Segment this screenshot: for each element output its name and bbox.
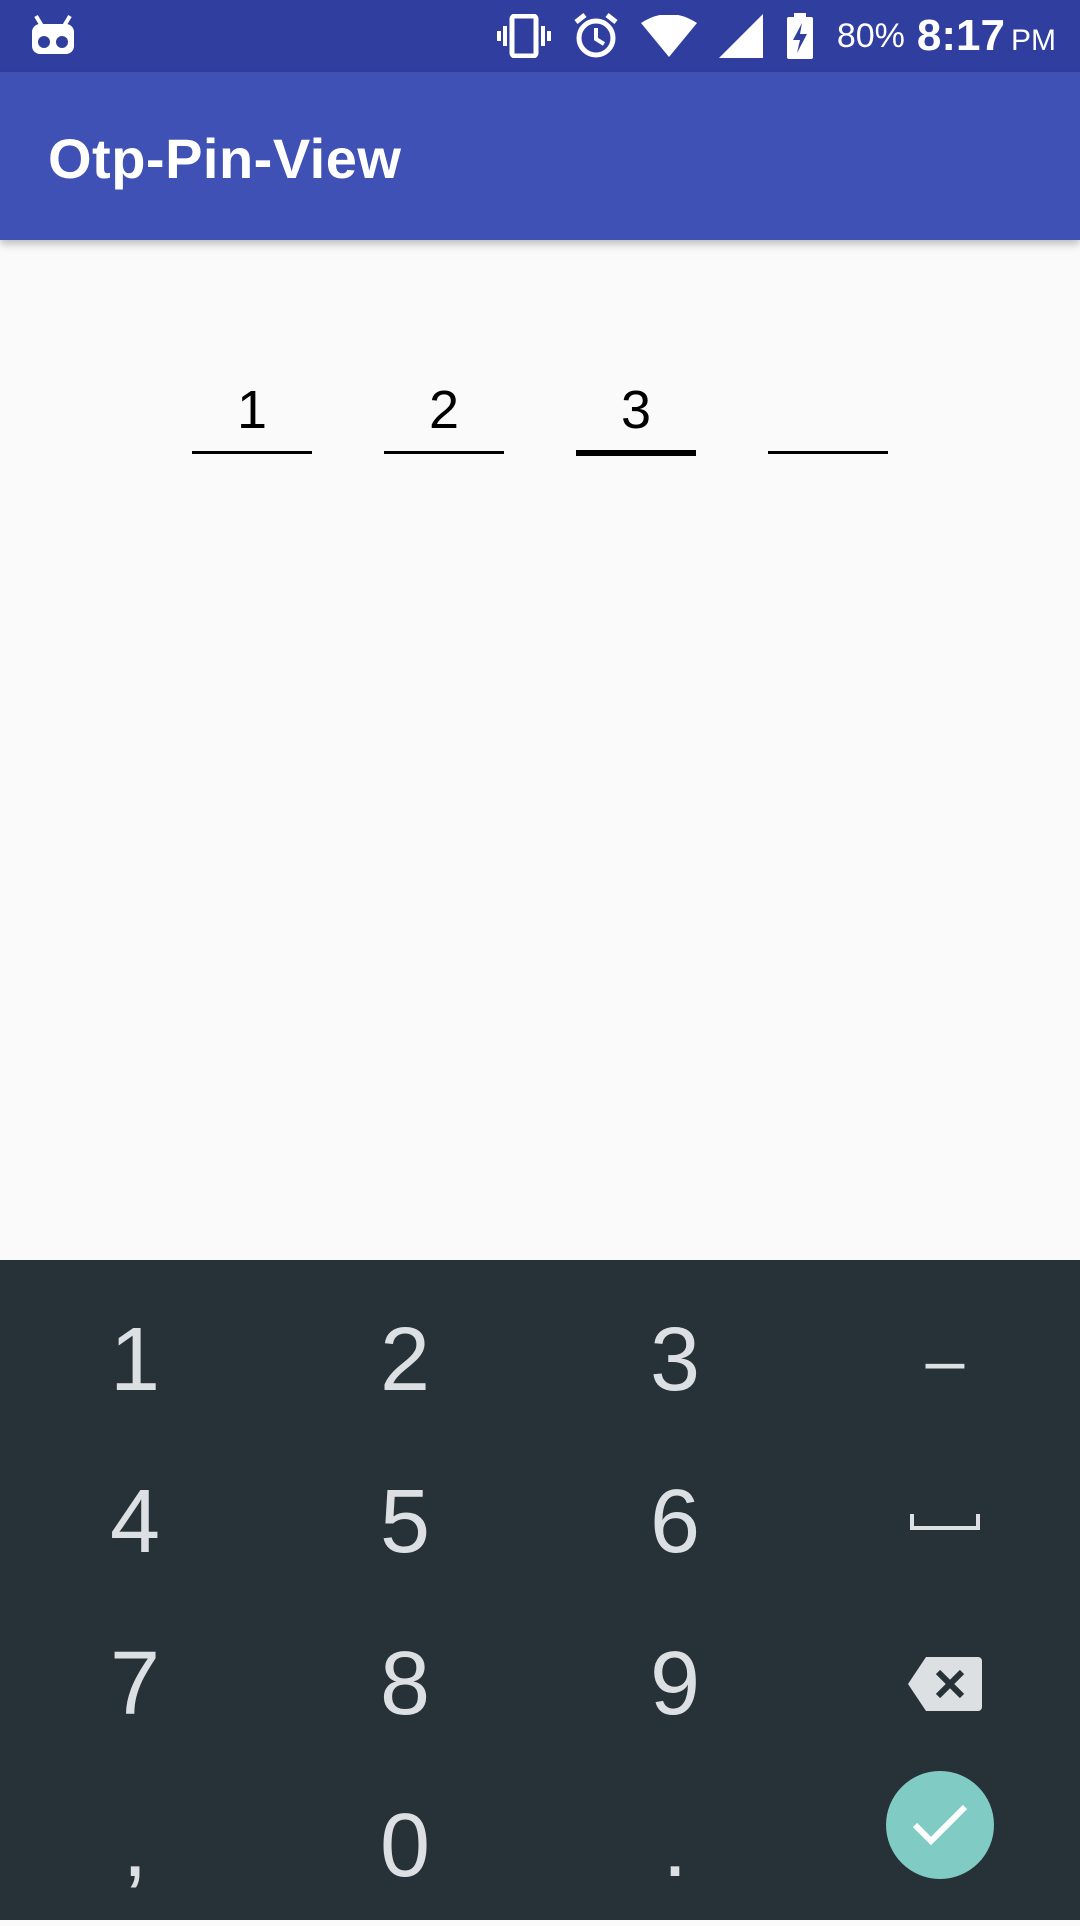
done-check-icon: [912, 1804, 968, 1846]
key-9[interactable]: 9: [540, 1604, 810, 1764]
key-7[interactable]: 7: [0, 1604, 270, 1764]
space-icon: [910, 1514, 980, 1530]
done-button[interactable]: [886, 1771, 994, 1879]
status-bar: 80% 8:17 PM: [0, 0, 1080, 72]
key-3[interactable]: 3: [540, 1280, 810, 1440]
otp-field-3[interactable]: 3: [576, 370, 696, 462]
otp-digit: 1: [236, 380, 268, 440]
app-title: Otp-Pin-View: [48, 127, 402, 190]
otp-field-1[interactable]: 1: [192, 370, 312, 462]
key-6[interactable]: 6: [540, 1442, 810, 1602]
otp-underline-active: [576, 450, 696, 456]
clock-ampm: PM: [1011, 24, 1056, 57]
signal-icon: [718, 14, 763, 58]
key-backspace[interactable]: [810, 1604, 1080, 1764]
key-comma[interactable]: ,: [0, 1766, 270, 1926]
battery-percent: 80%: [836, 16, 905, 55]
backspace-icon: [908, 1657, 982, 1711]
key-2[interactable]: 2: [270, 1280, 540, 1440]
otp-digit: 2: [428, 380, 460, 440]
otp-underline: [192, 451, 312, 454]
android-debug-icon: [32, 14, 74, 54]
vibrate-icon: [496, 14, 551, 58]
otp-digit: 3: [620, 380, 652, 440]
otp-digit: [768, 370, 888, 450]
battery-charging-icon: [786, 13, 813, 59]
otp-underline: [768, 451, 888, 454]
app-bar: Otp-Pin-View: [0, 72, 1080, 240]
key-space[interactable]: [810, 1442, 1080, 1602]
key-minus[interactable]: –: [810, 1280, 1080, 1440]
key-5[interactable]: 5: [270, 1442, 540, 1602]
otp-underline: [384, 451, 504, 454]
otp-field-4[interactable]: [768, 370, 888, 462]
key-4[interactable]: 4: [0, 1442, 270, 1602]
otp-field-2[interactable]: 2: [384, 370, 504, 462]
wifi-icon: [640, 15, 697, 57]
key-0[interactable]: 0: [270, 1766, 540, 1926]
alarm-icon: [574, 13, 618, 58]
key-1[interactable]: 1: [0, 1280, 270, 1440]
key-8[interactable]: 8: [270, 1604, 540, 1764]
key-period[interactable]: .: [540, 1766, 810, 1926]
clock-time: 8:17: [916, 11, 1005, 60]
